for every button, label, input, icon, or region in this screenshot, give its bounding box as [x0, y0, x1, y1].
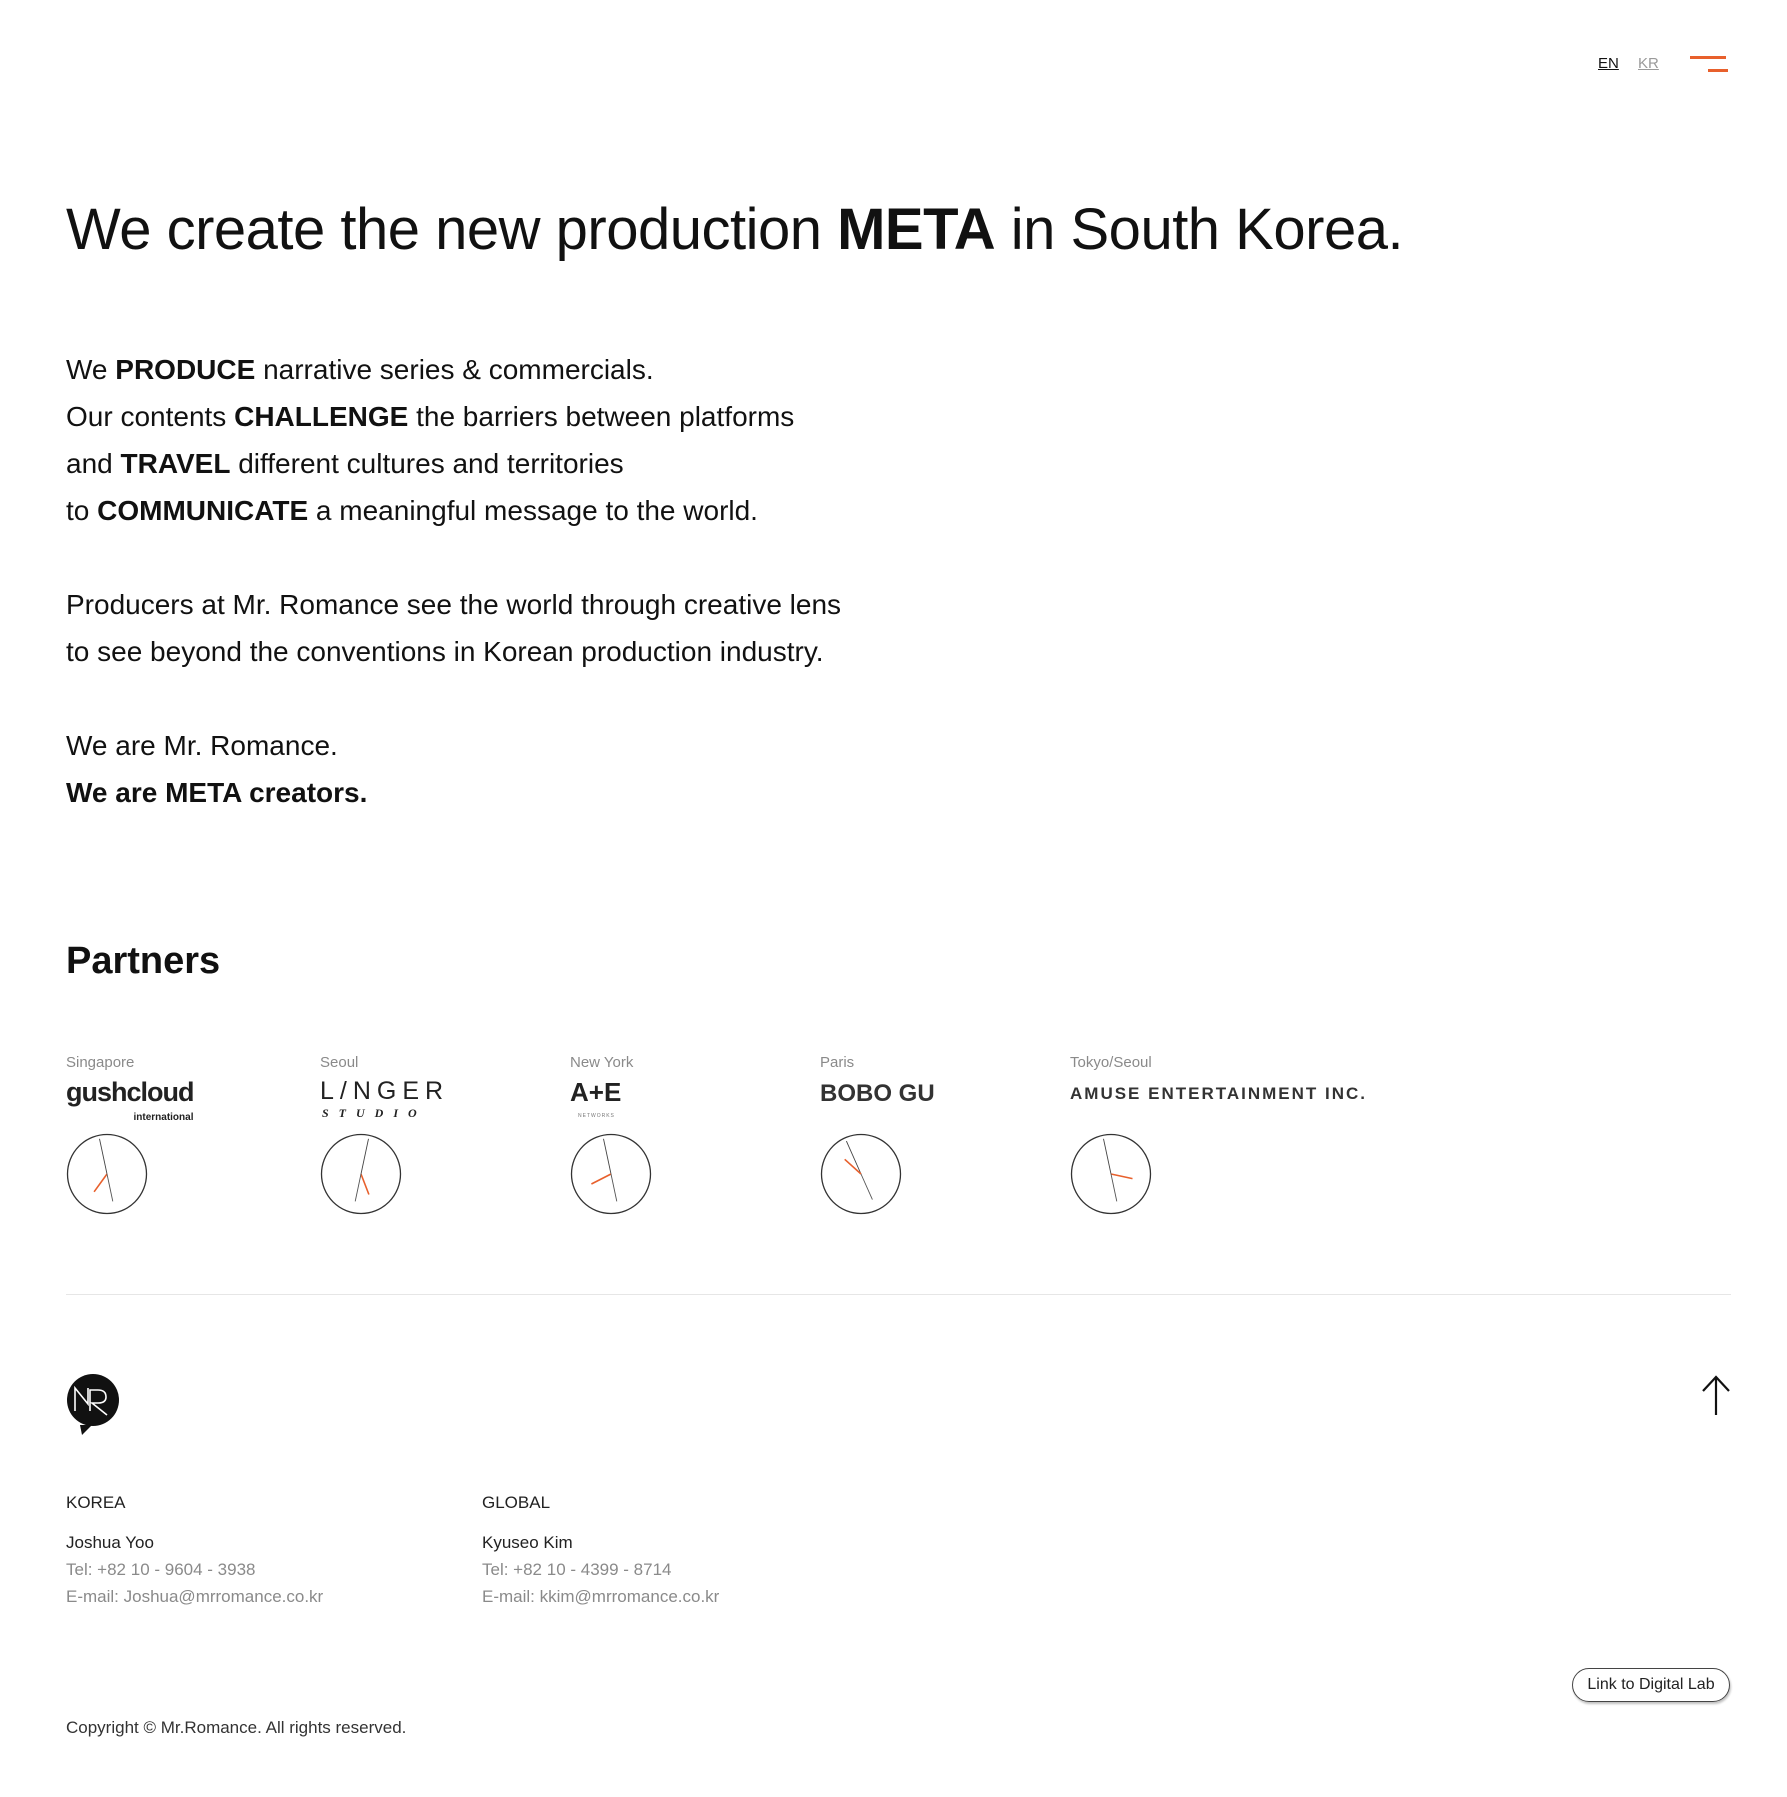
partner-city: Singapore [66, 1054, 135, 1071]
intro-keyword: PRODUCE [115, 354, 256, 385]
intro-keyword: TRAVEL [120, 448, 231, 479]
lang-kr-link[interactable]: KR [1638, 55, 1659, 72]
partner-bobo-gu[interactable]: Paris BOBO GU [820, 1054, 935, 1220]
partner-city: New York [570, 1054, 634, 1071]
partner-linger-studio[interactable]: Seoul L/NGER STUDIO [320, 1054, 449, 1220]
clock-hour-hand [360, 1173, 370, 1195]
menu-bar-top [1690, 56, 1726, 59]
partner-amuse[interactable]: Tokyo/Seoul AMUSE ENTERTAINMENT INC. [1070, 1054, 1367, 1220]
logo-subtext: ENTERTAINMENT INC. [1141, 1084, 1368, 1103]
contact-tel[interactable]: Tel: +82 10 - 9604 - 3938 [66, 1556, 323, 1583]
intro-keyword: COMMUNICATE [97, 495, 309, 526]
copyright-text: Copyright © Mr.Romance. All rights reser… [66, 1718, 407, 1737]
hamburger-menu-icon[interactable] [1690, 56, 1730, 74]
contact-name: Joshua Yoo [66, 1533, 154, 1552]
intro-keyword: CHALLENGE [234, 401, 409, 432]
logo-text: gushcloud [66, 1077, 194, 1107]
contact-region: KOREA [66, 1493, 126, 1512]
intro-text: We PRODUCE narrative series & commercial… [66, 346, 841, 816]
ae-networks-logo: A+E NETWORKS [570, 1079, 652, 1119]
clock-hour-hand [844, 1158, 862, 1175]
partner-city: Paris [820, 1054, 855, 1071]
contact-korea: KOREA Joshua Yoo Tel: +82 10 - 9604 - 39… [66, 1489, 323, 1610]
amuse-logo: AMUSE ENTERTAINMENT INC. [1070, 1079, 1367, 1117]
headline-pre: We create the new production [66, 197, 838, 262]
intro-text-part: the barriers between platforms [408, 401, 795, 432]
headline-bold: META [837, 197, 996, 262]
intro-line: to see beyond the conventions in Korean … [66, 636, 824, 667]
clock-minute-hand [1110, 1173, 1118, 1202]
contact-email[interactable]: E-mail: Joshua@mrromance.co.kr [66, 1583, 323, 1610]
partner-city: Seoul [320, 1054, 359, 1071]
intro-line: We are META creators. [66, 769, 841, 816]
intro-closing-bold: We are META creators. [66, 777, 368, 808]
clock-minute-hand [106, 1173, 114, 1202]
clock-second-hand [603, 1138, 612, 1175]
intro-text-part: different cultures and territories [230, 448, 624, 479]
clock-hour-hand [1110, 1173, 1133, 1180]
logo-subtext: international [133, 1112, 194, 1123]
contact-name: Kyuseo Kim [482, 1533, 573, 1552]
page-headline: We create the new production META in Sou… [66, 196, 1404, 263]
clock-second-hand [845, 1140, 862, 1175]
partners-title: Partners [66, 940, 221, 982]
logo-text: BOBO GU [820, 1080, 935, 1107]
arrow-up-icon[interactable] [1700, 1374, 1732, 1416]
contact-email[interactable]: E-mail: kkim@mrromance.co.kr [482, 1583, 719, 1610]
contact-tel[interactable]: Tel: +82 10 - 4399 - 8714 [482, 1556, 719, 1583]
bobo-gu-logo: BOBO GU [820, 1079, 935, 1117]
intro-line: We are Mr. Romance. [66, 730, 338, 761]
intro-line: Our contents CHALLENGE the barriers betw… [66, 393, 841, 440]
partner-city: Tokyo/Seoul [1070, 1054, 1152, 1071]
intro-text-part: Our contents [66, 401, 235, 432]
clock-icon [570, 1133, 652, 1215]
intro-line: We PRODUCE narrative series & commercial… [66, 346, 841, 393]
mr-romance-logo[interactable] [66, 1373, 120, 1435]
clock-icon [820, 1133, 902, 1215]
partner-gushcloud[interactable]: Singapore gushcloud international [66, 1054, 194, 1220]
clock-icon [66, 1133, 148, 1215]
clock-minute-hand [860, 1173, 873, 1200]
footer-divider [66, 1294, 1731, 1295]
intro-text-part: to [66, 495, 98, 526]
headline-post: in South Korea. [995, 197, 1404, 262]
intro-text-part: narrative series & commercials. [255, 354, 654, 385]
clock-icon [1070, 1133, 1152, 1215]
intro-text-part: We [66, 354, 116, 385]
clock-second-hand [360, 1138, 369, 1175]
intro-line: to COMMUNICATE a meaningful message to t… [66, 487, 841, 534]
logo-subtext: NETWORKS [578, 1113, 615, 1119]
intro-line: Producers at Mr. Romance see the world t… [66, 589, 842, 620]
clock-icon [320, 1133, 402, 1215]
gushcloud-logo: gushcloud international [66, 1077, 194, 1124]
intro-line: and TRAVEL different cultures and territ… [66, 440, 841, 487]
clock-second-hand [1103, 1138, 1112, 1175]
partner-ae-networks[interactable]: New York A+E NETWORKS [570, 1054, 652, 1220]
menu-bar-bottom [1708, 69, 1728, 72]
contact-region: GLOBAL [482, 1493, 551, 1512]
clock-second-hand [99, 1138, 108, 1175]
intro-text-part: a meaningful message to the world. [308, 495, 758, 526]
clock-hour-hand [93, 1173, 108, 1193]
contact-global: GLOBAL Kyuseo Kim Tel: +82 10 - 4399 - 8… [482, 1489, 719, 1610]
digital-lab-button[interactable]: Link to Digital Lab [1572, 1668, 1730, 1702]
clock-minute-hand [610, 1173, 618, 1202]
clock-minute-hand [354, 1173, 362, 1202]
linger-studio-logo: L/NGER STUDIO [320, 1079, 449, 1121]
clock-hour-hand [591, 1173, 612, 1185]
logo-subtext: STUDIO [322, 1106, 427, 1120]
lang-en-link[interactable]: EN [1598, 55, 1619, 72]
intro-text-part: and [66, 448, 121, 479]
logo-text: AMUSE [1070, 1084, 1142, 1103]
